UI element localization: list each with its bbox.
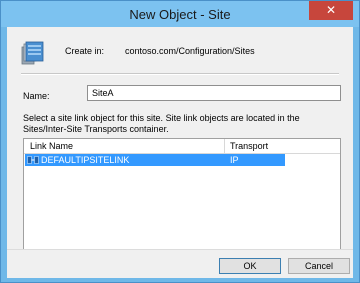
- window-title: New Object - Site: [129, 7, 231, 22]
- create-in-path: contoso.com/Configuration/Sites: [125, 46, 255, 56]
- close-button[interactable]: ✕: [309, 1, 353, 20]
- column-header-transport[interactable]: Transport: [230, 141, 268, 151]
- create-in-label: Create in:: [65, 46, 105, 56]
- link-name-cell: DEFAULTIPSITELINK: [41, 155, 130, 165]
- transport-cell: IP: [230, 155, 239, 165]
- column-divider[interactable]: [224, 139, 225, 153]
- name-field[interactable]: [87, 85, 341, 101]
- cancel-button[interactable]: Cancel: [288, 258, 350, 274]
- column-header-link-name[interactable]: Link Name: [30, 141, 73, 151]
- site-folder-icon: [21, 41, 44, 65]
- dialog-body: Create in: contoso.com/Configuration/Sit…: [7, 27, 353, 278]
- dialog-window: New Object - Site ✕ Create in: contoso.c…: [0, 0, 360, 283]
- site-link-instructions: Select a site link object for this site.…: [23, 113, 300, 134]
- site-link-icon: [27, 156, 39, 164]
- list-header: Link Name Transport: [24, 139, 340, 154]
- title-bar[interactable]: New Object - Site ✕: [1, 1, 359, 27]
- separator: [21, 73, 339, 75]
- ok-button[interactable]: OK: [219, 258, 281, 274]
- name-label: Name:: [23, 91, 50, 101]
- list-row-selected[interactable]: DEFAULTIPSITELINK IP: [25, 154, 285, 166]
- site-link-list[interactable]: Link Name Transport DEFAULTIPSITELINK IP: [23, 138, 341, 263]
